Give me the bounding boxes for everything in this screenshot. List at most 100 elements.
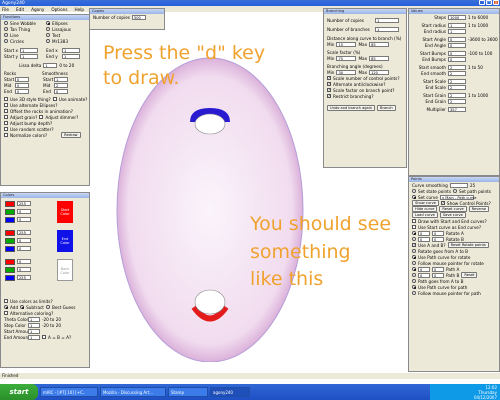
menu-edit[interactable]: Edit [16,7,24,12]
check-bump[interactable] [4,121,8,125]
radio-rotate-b[interactable] [412,237,416,241]
copies-input[interactable]: 500 [131,14,146,20]
rocks-end-input[interactable]: 0 [15,88,29,94]
radio-path-points[interactable] [453,189,458,193]
rotate-a-y[interactable]: 0 [432,230,444,236]
radio-line[interactable] [4,33,8,37]
back-r-input[interactable]: 0 [17,259,31,264]
check-offset-rocks[interactable] [4,109,8,113]
radio-test[interactable] [46,33,50,37]
rotate-b-x[interactable]: 0 [418,236,430,242]
end-color-preview[interactable]: End Color [57,230,73,252]
dist-min-input[interactable]: 15 [336,41,357,47]
radio-path-ab[interactable] [412,279,416,283]
lissa-input[interactable]: 1 [43,62,58,68]
branch-button[interactable]: Branch [377,105,396,111]
start-blue-swatch[interactable] [5,217,15,223]
radio-path-curve[interactable] [412,285,416,289]
start-g-input[interactable]: 0 [17,209,31,214]
check-color-limits[interactable] [4,299,8,303]
check-alternate[interactable]: ✓ [327,82,331,86]
back-g-input[interactable]: 0 [17,267,31,272]
values-input[interactable]: 2 [448,78,466,84]
task-mirc[interactable]: mIRC - [#TJ 10] [+C.. [40,387,98,397]
check-scale-control[interactable]: ✓ [327,76,331,80]
values-input[interactable]: 2 [448,98,466,104]
check-normalize[interactable] [4,133,8,137]
path-a-x[interactable]: 0 [418,266,430,272]
check-restrict[interactable]: ✓ [327,94,331,98]
values-input[interactable]: 0 [448,50,466,56]
minimize-icon[interactable]: _ [479,0,485,5]
branch-copies-input[interactable]: 1 [375,17,399,23]
path-a-y[interactable]: 0 [432,266,444,272]
smooth-start-input[interactable]: 1 [54,76,68,82]
start-b-input[interactable]: 0 [17,217,31,222]
curve-smoothing-slider[interactable] [449,182,468,188]
menu-options[interactable]: Options [51,7,67,12]
check-scale-factor[interactable]: ✓ [327,88,331,92]
angle-min-input[interactable]: 30 [336,69,357,75]
smooth-mid-input[interactable]: 2 [54,82,68,88]
radio-set-curve[interactable] [412,195,416,199]
radio-add[interactable] [4,305,8,309]
start-color-preview[interactable]: Start Color [57,201,73,223]
close-icon[interactable]: × [493,0,499,5]
check-show-control[interactable]: ✓ [440,201,445,205]
radio-mr[interactable] [46,39,50,43]
values-input[interactable]: 357 [448,106,466,112]
start-red-swatch[interactable] [5,201,15,207]
reset-path-button[interactable]: Reset [461,272,478,278]
end-r-input[interactable]: 255 [17,230,31,235]
branches-input[interactable]: 1 [375,26,399,32]
rocks-mid-input[interactable]: 0 [15,82,29,88]
check-alt-coloring[interactable] [4,311,8,315]
end-y-input[interactable]: 1 [62,53,80,59]
end-g-input[interactable]: 0 [17,238,31,243]
radio-sine[interactable] [4,21,8,25]
radio-rotate-path[interactable] [412,255,416,259]
radio-path-a[interactable] [412,267,416,271]
back-blue-swatch[interactable] [5,275,15,281]
values-input[interactable]: 0 [448,42,466,48]
undo-branch-button[interactable]: Undo and branch again [327,105,376,111]
menu-file[interactable]: File [2,7,9,12]
back-b-input[interactable]: 255 [17,275,31,280]
save-curve-button[interactable]: Save curve [439,212,466,218]
theta-color-input[interactable]: 1 [28,316,40,322]
task-mozilla[interactable]: Mozilla - Discussing Art... [100,387,166,397]
radio-rotate-ab[interactable] [412,249,416,253]
values-input[interactable]: 1 [448,28,466,34]
radio-lissajous[interactable] [46,27,50,31]
values-input[interactable]: 0 [448,56,466,62]
task-agony[interactable]: agony240 [210,387,250,397]
scale-min-input[interactable]: 75 [336,55,357,61]
radio-ellipses[interactable] [46,21,50,25]
radio-circles[interactable] [4,39,8,43]
menu-agony[interactable]: Agony [31,7,44,12]
back-green-swatch[interactable] [5,267,15,273]
path-b-y[interactable]: 0 [432,272,444,278]
radio-path-b[interactable] [412,273,416,277]
values-input[interactable]: 1000 [448,14,466,20]
drawing-canvas[interactable] [90,12,320,363]
start-y-input[interactable]: 1 [20,53,38,59]
radio-subtract[interactable] [20,305,25,309]
redraw-button[interactable]: Redraw [61,132,81,138]
start-amount-input[interactable]: 1 [28,328,40,334]
start-green-swatch[interactable] [5,209,15,215]
check-dimmer[interactable] [39,115,44,119]
values-input[interactable]: 1 [448,22,466,28]
check-alt-ellipses[interactable] [4,103,8,107]
end-green-swatch[interactable] [5,238,15,244]
curve-select[interactable]: x Main - Path curve [439,194,477,200]
dist-max-input[interactable]: 85 [369,41,390,47]
end-x-input[interactable]: 1 [62,47,80,53]
radio-tan[interactable] [4,27,8,31]
end-b-input[interactable]: 0 [17,246,31,251]
task-stamp[interactable]: Stamp [168,387,208,397]
reset-rotate-button[interactable]: Reset Rotate points [447,242,489,248]
menu-help[interactable]: Help [75,7,85,12]
end-amount-input[interactable]: 1 [28,334,40,340]
rotate-a-x[interactable]: 0 [418,230,430,236]
